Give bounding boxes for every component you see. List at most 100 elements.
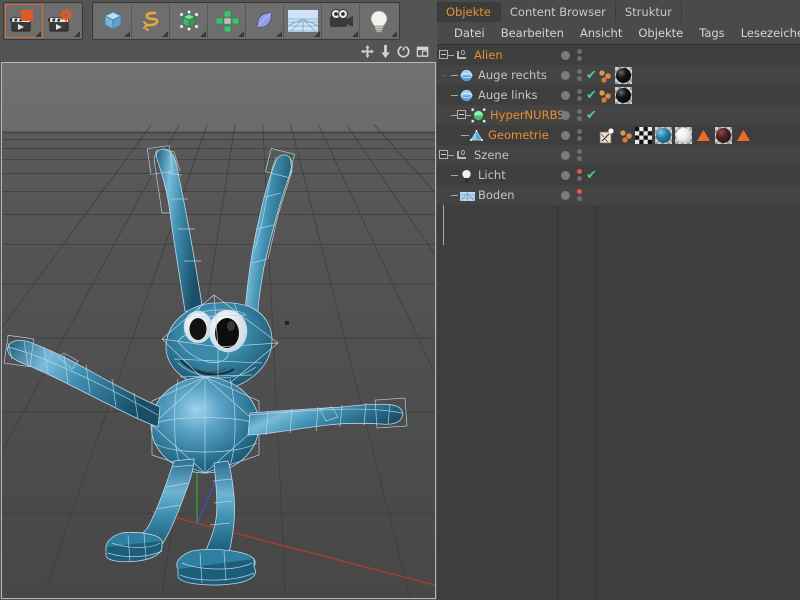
null-object-icon: 0 [455,148,470,163]
visibility-dot-editor[interactable] [561,90,570,100]
visibility-dots[interactable] [577,148,582,162]
antenna-left [146,145,204,314]
visibility-dots[interactable] [577,188,582,202]
array-button[interactable] [208,4,246,38]
visibility-dots[interactable] [577,128,582,142]
visibility-dots[interactable] [577,68,582,82]
visibility-dot-editor[interactable] [561,70,570,80]
visibility-dot-top[interactable] [577,169,582,174]
sphere-object-icon [459,88,474,103]
object-tree[interactable]: 0 Alien Auge rechts ✔ Auge links ✔ Hyper… [437,45,800,600]
table-row[interactable]: 0 Alien [437,45,800,65]
rotate-view-icon[interactable] [397,43,410,62]
viewport-container [0,42,437,600]
move-view-icon[interactable] [361,43,374,62]
table-row[interactable]: 0 Szene [437,145,800,165]
xpresso-dots-tag[interactable] [599,89,612,103]
spline-button[interactable] [132,4,170,38]
table-row[interactable]: Boden [437,185,800,205]
alien-body [150,376,260,474]
nurbs-button[interactable] [170,4,208,38]
alien-head [161,294,279,394]
white-material-tag[interactable] [675,126,692,144]
button-corner-marker [74,31,80,37]
floor-button[interactable] [284,4,322,38]
table-row[interactable]: Geometrie [437,125,800,145]
visibility-dot-editor[interactable] [561,50,570,60]
visibility-dot-editor[interactable] [561,150,570,160]
expander-alien[interactable] [439,50,448,59]
viewport-3d[interactable] [1,62,436,599]
camera-button[interactable] [322,4,360,38]
tag-strip [597,125,752,145]
visibility-dot-editor[interactable] [561,110,570,120]
visibility-dots[interactable] [577,168,582,182]
enabled-check-icon[interactable]: ✔ [586,89,597,102]
enabled-check-icon[interactable]: ✔ [586,169,597,182]
object-manager-menubar: Datei Bearbeiten Ansicht Objekte Tags Le… [437,22,800,45]
scale-view-icon[interactable] [380,43,391,62]
hypernurbs-object-icon [471,107,486,123]
button-corner-marker [352,31,358,37]
checker-material-tag[interactable] [635,126,652,144]
blue-material-tag[interactable] [655,126,672,144]
eye-material-tag[interactable] [615,86,632,104]
visibility-dots[interactable] [577,88,582,102]
eye-material-tag[interactable] [615,66,632,84]
light-button[interactable] [360,4,398,38]
visibility-dot-bottom[interactable] [577,196,582,201]
xpresso-dots-tag[interactable] [619,129,632,143]
table-row[interactable]: Licht ✔ [437,165,800,185]
button-corner-marker [314,31,320,37]
tab-struktur[interactable]: Struktur [615,2,682,22]
object-label: Alien [474,48,503,62]
visibility-dot-editor[interactable] [561,190,570,200]
uvw-tag[interactable] [599,127,616,144]
render-view-button[interactable] [5,4,43,38]
deformer-button[interactable] [246,4,284,38]
table-row[interactable]: Auge rechts ✔ [437,65,800,85]
menu-objekte[interactable]: Objekte [630,22,691,44]
menu-bearbeiten[interactable]: Bearbeiten [493,22,572,44]
table-row[interactable]: Auge links ✔ [437,85,800,105]
object-label: Szene [474,148,509,162]
visibility-dot-editor[interactable] [561,130,570,140]
cube-button[interactable] [94,4,132,38]
object-manager-panel: Objekte Content Browser Struktur Datei B… [437,0,800,600]
floor-object-icon [459,188,475,203]
visibility-dot-top[interactable] [577,189,582,194]
tab-content-browser[interactable]: Content Browser [500,2,616,22]
visibility-dot-bottom[interactable] [577,56,582,61]
svg-text:0: 0 [461,50,465,57]
object-label: Boden [478,188,515,202]
dark-material-tag[interactable] [715,126,732,144]
enabled-check-icon[interactable]: ✔ [586,69,597,82]
visibility-dot-top[interactable] [577,49,582,54]
alien-character-model[interactable] [2,63,436,599]
expander-hypernurbs[interactable] [457,110,466,119]
render-settings-button[interactable] [43,4,81,38]
enabled-check-icon[interactable]: ✔ [586,109,597,122]
button-corner-marker [162,31,168,37]
object-label: Auge links [478,88,538,102]
tag-strip [597,85,632,105]
menu-tags[interactable]: Tags [691,22,732,44]
visibility-dot-bottom[interactable] [577,176,582,181]
visibility-dots[interactable] [577,108,582,122]
tab-objekte[interactable]: Objekte [437,2,501,22]
button-corner-marker [200,31,206,37]
menu-lesezeichen[interactable]: Lesezeichen [733,22,800,44]
selection-tag[interactable] [695,127,712,144]
menu-ansicht[interactable]: Ansicht [572,22,630,44]
viewport-nav-bar [0,42,437,62]
expander-szene[interactable] [439,150,448,159]
maximize-view-icon[interactable] [416,43,429,62]
object-label: Licht [478,168,506,182]
xpresso-dots-tag[interactable] [599,69,612,83]
render-toolbar-group [3,2,83,40]
selection-tag[interactable] [735,127,752,144]
menu-datei[interactable]: Datei [446,22,493,44]
visibility-dots[interactable] [577,48,582,62]
visibility-dot-editor[interactable] [561,170,570,180]
table-row[interactable]: HyperNURBS ✔ [437,105,800,125]
